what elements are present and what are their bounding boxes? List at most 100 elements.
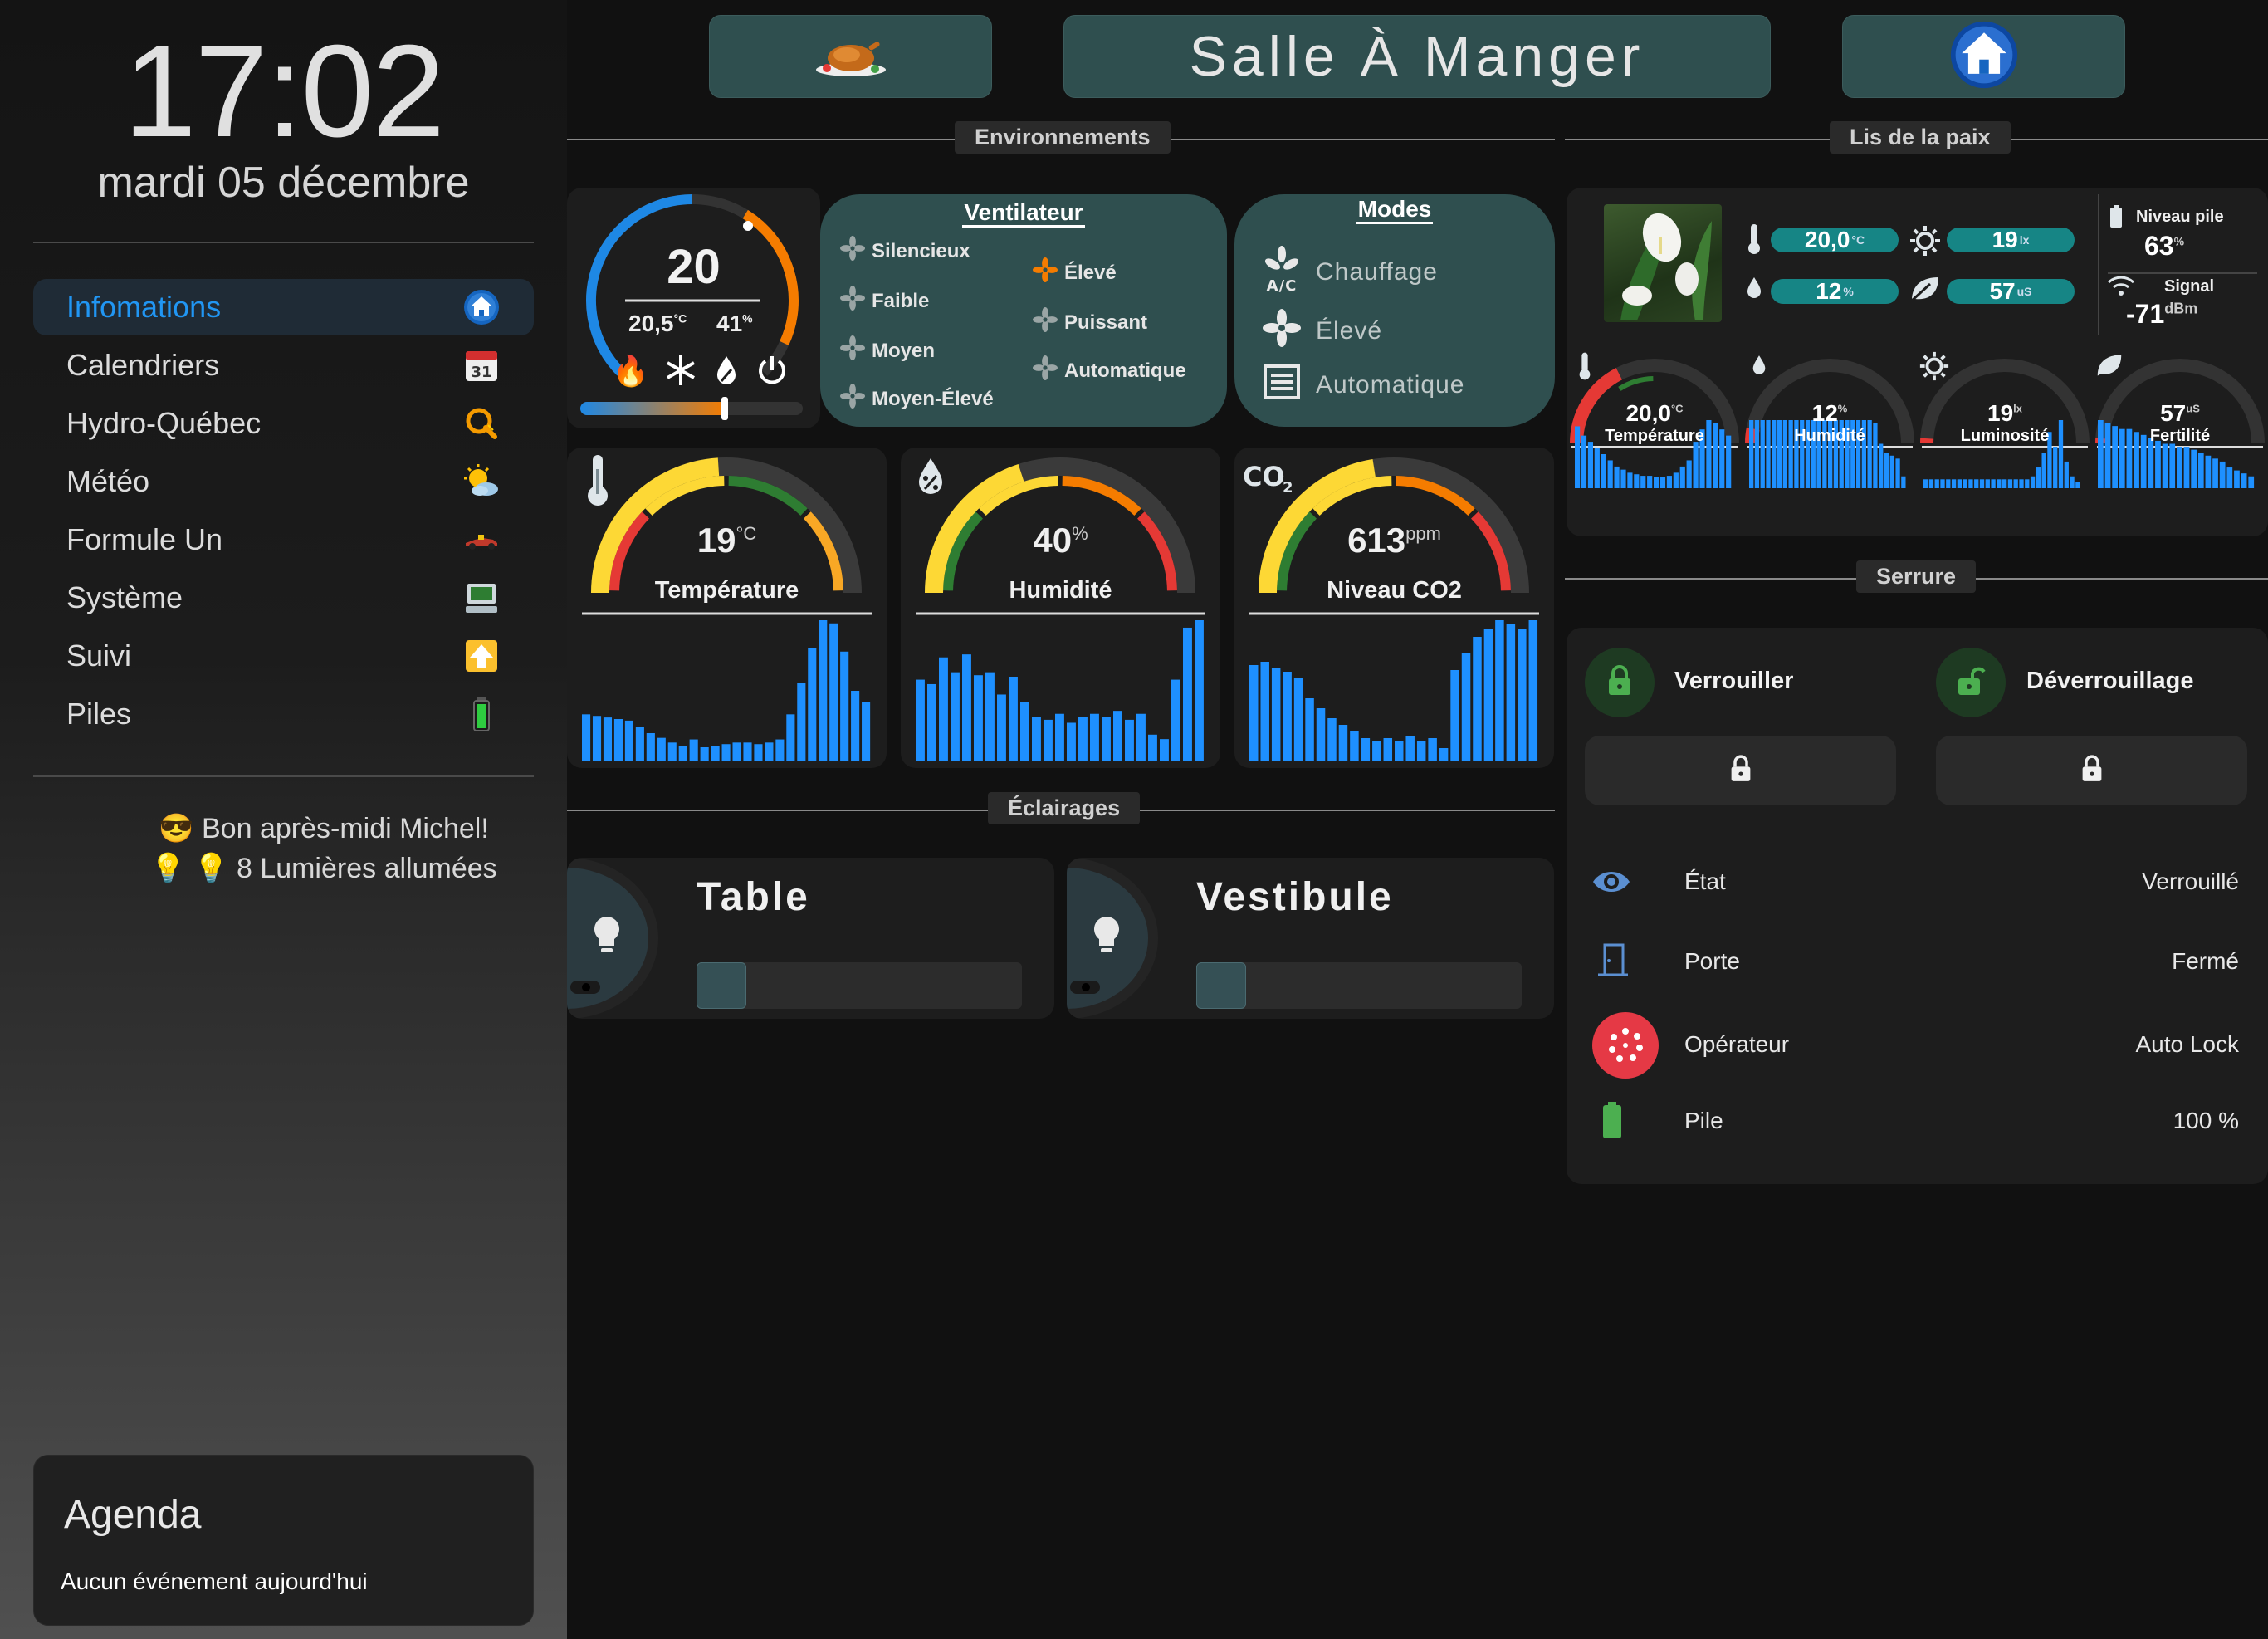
plant-card[interactable]: 20,0 °C 19 lx 12% 57 uS Niveau pile 63% Sig… [1567,188,2268,536]
lock-button[interactable] [1585,648,1655,717]
history-bar [1136,713,1146,761]
date: mardi 05 décembre [97,159,470,207]
sidebar-item-system[interactable]: Système [33,570,534,626]
sidebar-item-batteries[interactable]: Piles [33,686,534,742]
home-button[interactable] [1842,15,2125,98]
history-bar [1483,629,1493,761]
history-bar [2064,461,2069,488]
sun-icon [1909,224,1942,262]
energy-icon [462,404,501,443]
history-bar [2053,447,2058,488]
fan-icon [1033,355,1058,386]
sidebar-item-hydro[interactable]: Hydro-Québec [33,395,534,452]
history-bar [1090,713,1099,761]
sidebar-item-label: Système [66,580,183,614]
snowflake-icon[interactable] [664,354,697,394]
history-bar [1528,620,1538,761]
racecar-icon [462,521,501,559]
history-bar [985,672,995,761]
brightness-handle[interactable] [697,962,746,1009]
thermostat-modes: 🔥 [612,354,789,394]
history-bar [1879,443,1884,488]
history-bar [1634,474,1640,488]
history-bar [1473,637,1482,761]
temperature-gauge [582,457,872,761]
svg-text:CO: CO [1243,461,1285,492]
history-bar [1974,479,1979,488]
sidebar: 17:02 mardi 05 décembre Infomations Cale… [0,0,567,1639]
lock-state-row[interactable]: État Verrouillé [1591,862,2239,903]
unlock-label[interactable]: Déverrouillage [2026,668,2193,695]
drops-icon[interactable] [712,354,741,394]
lock-door-row[interactable]: Porte Fermé [1591,942,2239,983]
fan-option-silent[interactable]: Silencieux [840,236,970,267]
fan-option-medium[interactable]: Moyen [840,335,935,366]
brightness-slider[interactable] [697,962,1022,1009]
mode-high[interactable]: Élevé [1263,309,1382,354]
history-bar [962,654,971,761]
fire-icon[interactable]: 🔥 [612,354,649,394]
humidity-gauge [916,457,1205,761]
lock-label[interactable]: Verrouiller [1674,668,1793,695]
fan-option-auto[interactable]: Automatique [1033,355,1186,386]
lock-battery-row[interactable]: Pile 100 % [1591,1101,2239,1142]
history-bar [786,714,795,761]
history-bar [939,657,948,761]
thermostat-setpoint: 20 [667,240,721,294]
history-bar [1895,458,1900,488]
turkey-button[interactable] [709,15,992,98]
sidebar-item-f1[interactable]: Formule Un [33,511,534,568]
water-percent-icon [1745,276,1763,305]
history-bar [1461,653,1471,761]
history-bar [927,683,936,761]
fan-option-medium-high[interactable]: Moyen-Élevé [840,384,994,414]
history-bar [2197,453,2204,488]
history-bar [2177,447,2182,488]
power-icon[interactable] [755,354,789,394]
light-card-vestibule[interactable]: Vestibule [1067,858,1554,1019]
thermostat-card[interactable]: 20 20,5°C 41% 🔥 [567,188,820,428]
history-bar [829,623,838,761]
lock-action-button[interactable] [1585,736,1896,805]
thermostat-slider-handle[interactable] [721,397,729,420]
unlock-action-button[interactable] [1936,736,2247,805]
co2-card[interactable]: CO 2 613ppm Niveau CO2 [1234,448,1554,768]
sidebar-item-informations[interactable]: Infomations [33,279,534,335]
humidity-card[interactable]: 40% Humidité [901,448,1220,768]
history-bar [1647,476,1653,488]
thermostat-slider[interactable] [580,402,803,415]
sidebar-item-tracking[interactable]: Suivi [33,628,534,684]
sidebar-item-calendars[interactable]: Calendriers 31 [33,337,534,394]
section-title-lights: Éclairages [988,792,1141,824]
humidity-label: Humidité [1009,577,1112,604]
sidebar-item-weather[interactable]: Météo [33,453,534,510]
plant-conductivity-chip: 57 uS [1947,278,2075,304]
mode-heating[interactable]: A/C Chauffage [1263,246,1438,299]
plant-moisture-label: Humidité [1794,427,1865,445]
plant-image [1604,204,1722,322]
section-title-lock: Serrure [1856,560,1977,593]
fan-icon [840,236,865,267]
brightness-slider[interactable] [1196,962,1522,1009]
history-bar [1686,460,1692,488]
fan-option-low[interactable]: Faible [840,286,929,316]
unlock-button[interactable] [1936,648,2006,717]
light-card-table[interactable]: Table [567,858,1054,1019]
temperature-card[interactable]: 19°C Température [567,448,887,768]
room-title-button[interactable]: Salle À Manger [1063,15,1771,98]
history-bar [1985,479,1990,488]
history-bar [1951,479,1957,488]
history-bar [2162,443,2168,488]
fan-option-high[interactable]: Élevé [1033,257,1117,288]
history-bar [721,744,731,761]
history-bar [1395,741,1404,761]
history-bar [1405,736,1415,761]
plant-light-value: 19lx [1987,400,2022,426]
history-bar [2169,443,2176,488]
mode-auto[interactable]: Automatique [1263,364,1464,407]
lock-operator-row[interactable]: Opérateur Auto Lock [1591,1011,2239,1081]
brightness-handle[interactable] [1196,962,1246,1009]
history-bar [1991,479,1996,488]
fan-option-powerful[interactable]: Puissant [1033,307,1147,338]
history-bar [2036,467,2041,488]
